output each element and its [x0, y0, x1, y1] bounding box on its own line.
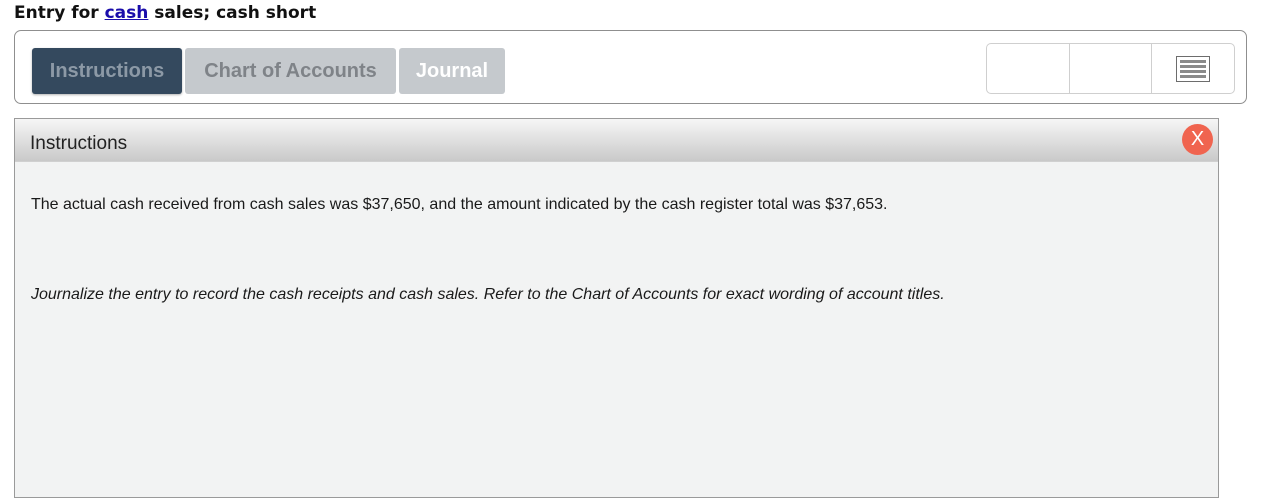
tool-button-2[interactable] [1070, 44, 1153, 93]
panel-header: Instructions X [15, 119, 1218, 162]
panel-title: Instructions [30, 133, 128, 154]
tab-instructions[interactable]: Instructions [32, 48, 182, 94]
menu-button[interactable] [1152, 44, 1234, 93]
page-title: Entry for cash sales; cash short [14, 3, 316, 23]
tool-button-group [986, 43, 1235, 94]
instructions-panel: Instructions X The actual cash received … [14, 118, 1219, 498]
tab-chart-of-accounts[interactable]: Chart of Accounts [185, 48, 396, 94]
tool-button-1[interactable] [987, 44, 1070, 93]
instructions-text: The actual cash received from cash sales… [31, 196, 888, 213]
page-title-suffix: sales; cash short [148, 3, 317, 23]
tab-toolbar: Instructions Chart of Accounts Journal [14, 30, 1247, 104]
hamburger-menu-icon [1176, 55, 1211, 82]
page-title-prefix: Entry for [14, 3, 105, 23]
tab-journal[interactable]: Journal [399, 48, 505, 94]
close-button[interactable]: X [1182, 124, 1213, 155]
journalize-directive-text: Journalize the entry to record the cash … [31, 286, 945, 303]
glossary-link-cash[interactable]: cash [105, 3, 149, 23]
